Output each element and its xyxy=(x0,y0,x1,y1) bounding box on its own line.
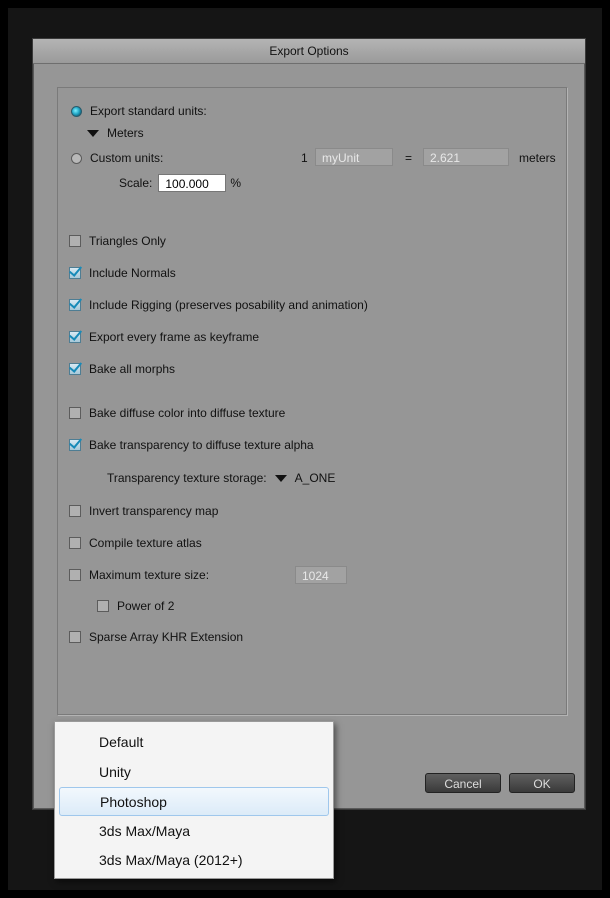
transparency-storage-label: Transparency texture storage: xyxy=(107,471,267,485)
custom-units-label: Custom units: xyxy=(90,151,164,165)
export-keyframes-label: Export every frame as keyframe xyxy=(89,330,260,344)
transparency-storage-value: A_ONE xyxy=(294,471,336,485)
bake-morphs-option[interactable]: Bake all morphs xyxy=(69,362,175,376)
include-normals-label: Include Normals xyxy=(89,266,176,280)
preset-dropdown-menu: Default Unity Photoshop 3ds Max/Maya 3ds… xyxy=(54,721,334,879)
bake-diffuse-checkbox[interactable] xyxy=(69,407,81,419)
power-of-2-checkbox[interactable] xyxy=(97,600,109,612)
max-texture-label: Maximum texture size: xyxy=(89,568,210,582)
include-normals-checkbox[interactable] xyxy=(69,267,81,279)
scale-row: Scale: 100.000 % xyxy=(119,174,241,192)
menu-item-default[interactable]: Default xyxy=(59,728,329,757)
standard-units-value: Meters xyxy=(107,126,144,140)
custom-unit-equals: = xyxy=(405,151,413,165)
max-texture-option[interactable]: Maximum texture size: xyxy=(69,568,209,582)
export-keyframes-checkbox[interactable] xyxy=(69,331,81,343)
scale-label: Scale: xyxy=(119,176,153,190)
invert-transparency-option[interactable]: Invert transparency map xyxy=(69,504,218,518)
bake-diffuse-option[interactable]: Bake diffuse color into diffuse texture xyxy=(69,406,285,420)
invert-transparency-label: Invert transparency map xyxy=(89,504,219,518)
custom-units-option[interactable]: Custom units: xyxy=(71,151,163,165)
triangles-only-checkbox[interactable] xyxy=(69,235,81,247)
sparse-array-option[interactable]: Sparse Array KHR Extension xyxy=(69,630,243,644)
menu-item-unity[interactable]: Unity xyxy=(59,758,329,787)
bake-transparency-label: Bake transparency to diffuse texture alp… xyxy=(89,438,314,452)
bake-transparency-option[interactable]: Bake transparency to diffuse texture alp… xyxy=(69,438,314,452)
max-texture-field-wrap: 1024 xyxy=(295,566,347,584)
custom-unit-suffix: meters xyxy=(519,151,556,165)
cancel-button[interactable]: Cancel xyxy=(425,773,501,793)
invert-transparency-checkbox[interactable] xyxy=(69,505,81,517)
export-keyframes-option[interactable]: Export every frame as keyframe xyxy=(69,330,259,344)
custom-unit-name-field[interactable]: myUnit xyxy=(315,148,393,166)
dialog-title: Export Options xyxy=(33,39,585,64)
include-rigging-option[interactable]: Include Rigging (preserves posability an… xyxy=(69,298,368,312)
custom-units-radio[interactable] xyxy=(71,152,82,164)
standard-units-label: Export standard units: xyxy=(90,104,207,118)
dropdown-arrow-icon xyxy=(274,474,287,482)
export-options-dialog: Export Options Export standard units: Me… xyxy=(32,38,586,810)
include-rigging-label: Include Rigging (preserves posability an… xyxy=(89,298,368,312)
standard-units-dropdown[interactable]: Meters xyxy=(87,126,144,140)
bake-morphs-label: Bake all morphs xyxy=(89,362,176,376)
max-texture-checkbox[interactable] xyxy=(69,569,81,581)
triangles-only-label: Triangles Only xyxy=(89,234,166,248)
scale-suffix: % xyxy=(230,176,242,190)
power-of-2-label: Power of 2 xyxy=(117,599,175,613)
standard-units-radio[interactable] xyxy=(71,105,82,117)
compile-atlas-label: Compile texture atlas xyxy=(89,536,202,550)
include-normals-option[interactable]: Include Normals xyxy=(69,266,176,280)
bake-transparency-checkbox[interactable] xyxy=(69,439,81,451)
ok-button[interactable]: OK xyxy=(509,773,575,793)
menu-item-photoshop[interactable]: Photoshop xyxy=(59,787,329,816)
transparency-storage-row: Transparency texture storage: A_ONE xyxy=(107,471,335,485)
scale-field[interactable]: 100.000 xyxy=(158,174,227,192)
compile-atlas-option[interactable]: Compile texture atlas xyxy=(69,536,202,550)
export-standard-units-option[interactable]: Export standard units: xyxy=(71,104,207,118)
custom-unit-value-field[interactable]: 2.621 xyxy=(423,148,509,166)
bake-diffuse-label: Bake diffuse color into diffuse texture xyxy=(89,406,286,420)
sparse-array-checkbox[interactable] xyxy=(69,631,81,643)
power-of-2-option[interactable]: Power of 2 xyxy=(97,599,174,613)
menu-item-3ds-max-maya-2012[interactable]: 3ds Max/Maya (2012+) xyxy=(59,846,329,875)
transparency-storage-dropdown[interactable]: A_ONE xyxy=(274,471,336,485)
custom-unit-value-field-wrap: 2.621 xyxy=(423,148,509,166)
bake-morphs-checkbox[interactable] xyxy=(69,363,81,375)
custom-unit-name-field-wrap: myUnit xyxy=(315,148,393,166)
triangles-only-option[interactable]: Triangles Only xyxy=(69,234,166,248)
compile-atlas-checkbox[interactable] xyxy=(69,537,81,549)
max-texture-field[interactable]: 1024 xyxy=(295,566,347,584)
menu-item-3ds-max-maya[interactable]: 3ds Max/Maya xyxy=(59,817,329,846)
include-rigging-checkbox[interactable] xyxy=(69,299,81,311)
dropdown-arrow-icon xyxy=(87,129,99,137)
sparse-array-label: Sparse Array KHR Extension xyxy=(89,630,244,644)
custom-unit-count: 1 xyxy=(301,151,308,165)
